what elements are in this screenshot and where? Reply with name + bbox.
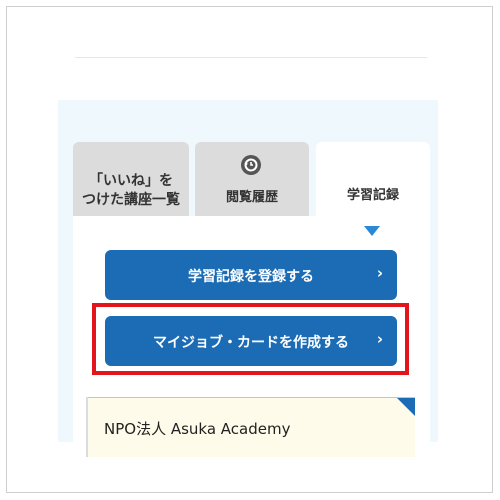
organization-card[interactable]: NPO法人 Asuka Academy <box>88 397 415 457</box>
tab-record-label: 学習記録 <box>346 188 399 203</box>
active-tab-caret-icon <box>364 226 380 236</box>
register-record-button[interactable]: 学習記録を登録する › <box>105 250 397 300</box>
tab-learning-record[interactable]: 学習記録 <box>316 142 430 222</box>
divider <box>75 57 427 58</box>
card-corner-icon <box>397 398 415 416</box>
register-record-label: 学習記録を登録する <box>188 269 314 285</box>
highlight-box <box>92 303 409 375</box>
chevron-right-icon: › <box>376 264 383 282</box>
tab-liked-label-line2: つけた講座一覧 <box>82 192 180 208</box>
organization-name: NPO法人 Asuka Academy <box>104 420 291 438</box>
tab-liked-courses[interactable]: 「いいね」を つけた講座一覧 <box>73 142 189 216</box>
history-icon <box>241 155 261 175</box>
tab-history[interactable]: 閲覧履歴 <box>195 142 309 216</box>
tab-liked-label-line1: 「いいね」を <box>89 173 173 189</box>
tab-history-label: 閲覧履歴 <box>225 190 278 205</box>
